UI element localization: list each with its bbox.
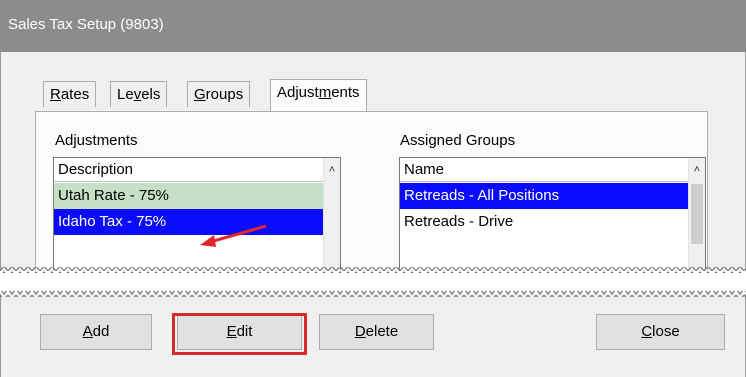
name-column-header[interactable]: Name [400,158,688,182]
tab-groups-post: roups [205,86,244,103]
tab-adjustments[interactable]: Adjustments [270,79,367,111]
tab-groups[interactable]: Groups [187,81,251,107]
red-arrow-icon [200,224,267,247]
tab-rates-key: R [50,86,61,103]
tab-groups-key: G [194,86,206,103]
delete-button-key: D [354,323,366,340]
delete-button-rest: elete [365,323,399,340]
close-button-key: C [641,323,653,340]
assigned-groups-list[interactable]: Name Retreads - All Positions Retreads -… [399,157,706,277]
chevron-up-icon[interactable]: ˄ [324,158,340,182]
tab-adjustments-key: m [318,84,332,101]
adjustments-list[interactable]: Description Utah Rate - 75% Idaho Tax - … [53,157,341,277]
description-column-header[interactable]: Description [54,158,323,182]
add-button-key: A [82,323,93,340]
add-button-rest: dd [92,323,110,340]
add-button[interactable]: Add [40,314,152,350]
tab-levels-post: els [141,86,161,103]
close-button[interactable]: Close [596,314,725,350]
adjustments-scrollbar[interactable]: ˄ [323,158,340,276]
list-item[interactable]: Utah Rate - 75% [54,183,323,209]
tab-rates[interactable]: Rates [43,81,97,107]
tab-levels-pre: Le [117,86,134,103]
delete-button[interactable]: Delete [319,314,434,350]
edit-button[interactable]: Edit [177,314,302,350]
list-item[interactable]: Retreads - All Positions [400,183,688,209]
chevron-up-icon[interactable]: ˄ [689,158,705,182]
window-title: Sales Tax Setup (9803) [8,16,164,33]
tab-adjustments-post: ents [331,84,360,101]
list-item[interactable]: Retreads - Drive [400,209,688,235]
close-button-rest: lose [652,323,680,340]
scroll-thumb[interactable] [691,184,703,244]
torn-edge-divider [0,267,746,297]
list-item[interactable]: Idaho Tax - 75% [54,209,323,235]
assigned-groups-label: Assigned Groups [400,132,516,149]
title-bar: Sales Tax Setup (9803) [0,0,746,52]
tab-levels[interactable]: Levels [110,81,168,107]
assigned-groups-scrollbar[interactable]: ˄ [688,158,705,276]
adjustments-label: Adjustments [55,132,138,149]
tab-adjustments-pre: Adjust [277,84,319,101]
edit-button-rest: dit [236,323,253,340]
edit-button-key: E [226,323,237,340]
tab-rates-post: ates [60,86,90,103]
